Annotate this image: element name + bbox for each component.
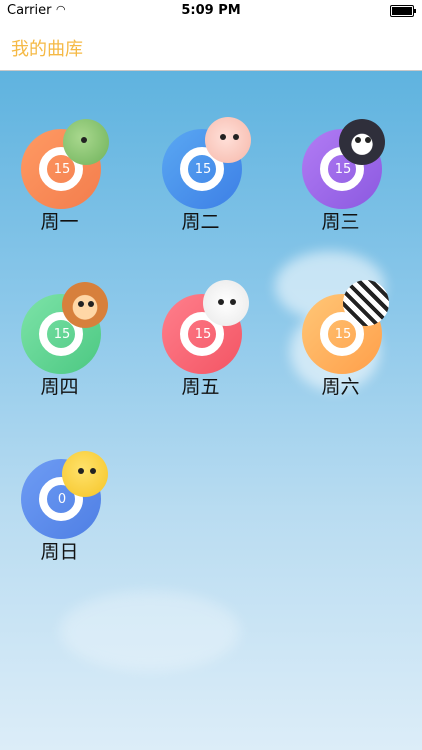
day-label: 周一 bbox=[40, 211, 79, 233]
song-library-grid: 15 周一 15 周二 15 周三 15 周四 15 周五 15 周六 0 周日 bbox=[0, 71, 422, 750]
day-label: 周二 bbox=[181, 211, 220, 233]
page-title: 我的曲库 bbox=[11, 39, 83, 60]
day-card-monday[interactable]: 15 周一 bbox=[0, 71, 120, 233]
day-card-wednesday[interactable]: 15 周三 bbox=[281, 71, 401, 233]
day-label: 周六 bbox=[321, 376, 360, 398]
day-label: 周日 bbox=[40, 541, 79, 563]
status-time: 5:09 PM bbox=[181, 3, 241, 18]
day-card-thursday[interactable]: 15 周四 bbox=[0, 236, 120, 398]
dog-icon bbox=[203, 280, 249, 326]
day-label: 周五 bbox=[181, 376, 220, 398]
duck-icon bbox=[63, 119, 109, 165]
cloud-decoration bbox=[60, 591, 240, 671]
chick-icon bbox=[62, 451, 108, 497]
battery-icon bbox=[390, 5, 416, 17]
status-bar: Carrier ◠ 5:09 PM bbox=[0, 0, 422, 22]
zebra-icon bbox=[343, 280, 389, 326]
day-label: 周三 bbox=[321, 211, 360, 233]
day-card-sunday[interactable]: 0 周日 bbox=[0, 401, 120, 563]
monkey-icon bbox=[62, 282, 108, 328]
day-card-saturday[interactable]: 15 周六 bbox=[281, 236, 401, 398]
day-card-friday[interactable]: 15 周五 bbox=[141, 236, 261, 398]
navigation-bar: 我的曲库 bbox=[0, 22, 422, 71]
penguin-icon bbox=[339, 119, 385, 165]
day-label: 周四 bbox=[40, 376, 79, 398]
pig-icon bbox=[205, 117, 251, 163]
day-card-tuesday[interactable]: 15 周二 bbox=[141, 71, 261, 233]
